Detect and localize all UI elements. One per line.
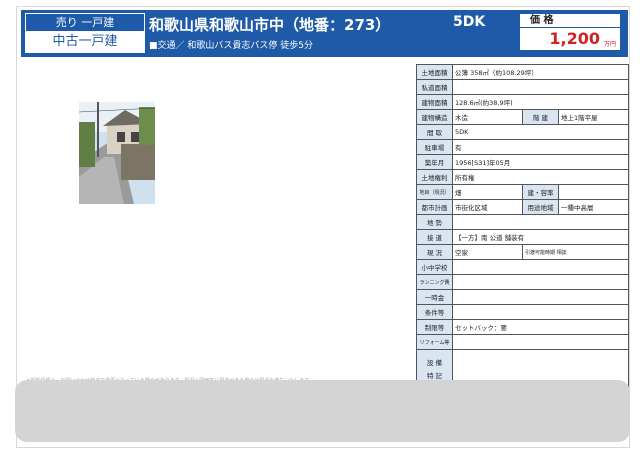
floors-label: 階 建 <box>522 109 559 125</box>
restrictions-value: セットバック：要 <box>451 319 630 335</box>
zoning-label: 用途地域 <box>522 199 559 215</box>
road-label: 接 道 <box>416 229 453 245</box>
property-title: 和歌山県和歌山市中（地番：273） <box>149 16 391 34</box>
lump-sum-label: 一時金 <box>416 289 453 305</box>
running-cost-label: ランニング費 <box>416 274 453 290</box>
structure-label: 建物構造 <box>416 109 453 125</box>
coverage-value <box>557 184 630 200</box>
land-category-label: 地目（現況） <box>416 184 453 200</box>
price-box: 価 格 1,200 万円 <box>519 13 621 51</box>
school-value <box>451 259 630 275</box>
parking-label: 駐車場 <box>416 139 453 155</box>
land-area-value: 公簿 358㎡（約108.29坪） <box>451 64 630 80</box>
status-label: 現 況 <box>416 244 453 260</box>
restrictions-label: 制限等 <box>416 319 453 335</box>
house-photo <box>79 102 155 204</box>
property-kind-label: 中古一戸建 <box>26 32 144 52</box>
handover-value: 引渡可能時期 相談 <box>521 244 630 260</box>
land-category-value: 畑 <box>452 184 523 200</box>
spec-table: 土地面積 公簿 358㎡（約108.29坪） 私道面積 建物面積 128.6㎡(… <box>416 64 630 391</box>
lump-sum-value <box>451 289 630 305</box>
status-value: 空家 <box>452 244 523 260</box>
price-label: 価 格 <box>520 14 620 28</box>
access-info: ■交通／ 和歌山バス貴志バス停 徒歩5分 <box>149 41 313 51</box>
city-plan-value: 市街化区域 <box>452 199 523 215</box>
reform-label: リフォーム等 <box>416 334 453 350</box>
price-value: 1,200 <box>549 29 600 48</box>
zoning-value: 一種中高層 <box>557 199 630 215</box>
building-area-label: 建物面積 <box>416 94 453 110</box>
road-value: 【一方】南 公道 舗装有 <box>451 229 630 245</box>
parking-value: 有 <box>451 139 630 155</box>
structure-value: 木造 <box>452 109 523 125</box>
reform-value <box>451 334 630 350</box>
land-area-label: 土地面積 <box>416 64 453 80</box>
district-label: 地 勢 <box>416 214 453 230</box>
city-plan-label: 都市計画 <box>416 199 453 215</box>
layout-label: 5DK <box>453 14 486 30</box>
land-right-value: 所有権 <box>451 169 630 185</box>
gray-overlay-panel <box>15 380 630 442</box>
rooms-value: 5DK <box>451 124 630 140</box>
coverage-label: 建・容率 <box>522 184 559 200</box>
built-label: 築年月 <box>416 154 453 170</box>
district-value <box>451 214 630 230</box>
property-type-box: 売り 一戸建 中古一戸建 <box>25 13 145 53</box>
land-right-label: 土地権利 <box>416 169 453 185</box>
private-road-value <box>451 79 630 95</box>
running-cost-value <box>451 274 630 290</box>
rooms-label: 間 取 <box>416 124 453 140</box>
building-area-value: 128.6㎡(約38.9坪) <box>451 94 630 110</box>
built-value: 1956[S31]年05月 <box>451 154 630 170</box>
school-label: 小中学校 <box>416 259 453 275</box>
private-road-label: 私道面積 <box>416 79 453 95</box>
floors-value: 地上1階平屋 <box>557 109 630 125</box>
price-unit: 万円 <box>603 41 616 48</box>
sale-type-label: 売り 一戸建 <box>26 14 144 32</box>
conditions-value <box>451 304 630 320</box>
conditions-label: 条件等 <box>416 304 453 320</box>
